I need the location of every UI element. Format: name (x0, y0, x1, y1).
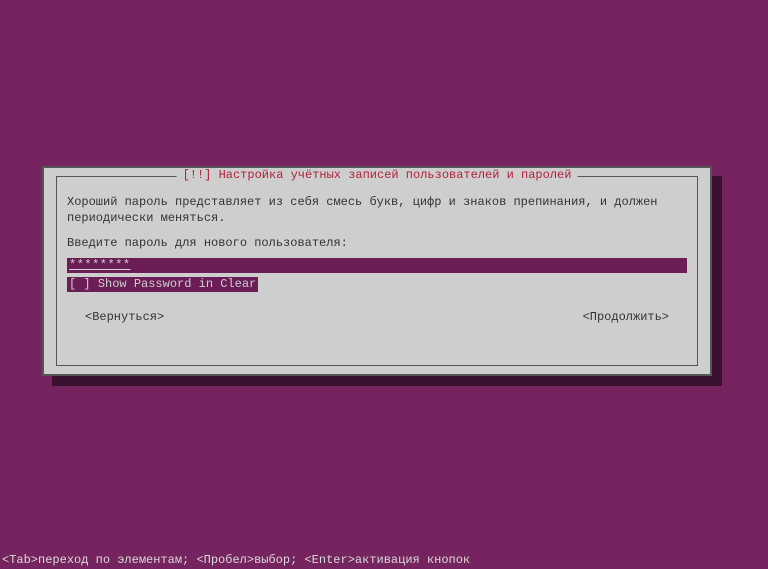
checkbox-label: Show Password in Clear (98, 277, 256, 291)
dialog-frame: [!!] Настройка учётных записей пользоват… (56, 176, 698, 366)
checkbox-box: [ ] (69, 277, 91, 291)
continue-button[interactable]: <Продолжить> (583, 310, 669, 324)
installer-dialog: [!!] Настройка учётных записей пользоват… (42, 166, 712, 376)
enter-key-hint: <Enter> (304, 553, 354, 567)
button-row: <Вернуться> <Продолжить> (67, 310, 687, 324)
show-password-checkbox[interactable]: [ ] Show Password in Clear (67, 277, 258, 292)
description-text: Хороший пароль представляет из себя смес… (67, 195, 687, 226)
space-key-hint: <Пробел> (196, 553, 254, 567)
dialog-title: [!!] Настройка учётных записей пользоват… (177, 168, 578, 182)
password-prompt: Введите пароль для нового пользователя: (67, 236, 687, 250)
title-priority: [!!] (183, 168, 212, 182)
tab-key-hint: <Tab> (2, 553, 38, 567)
back-button[interactable]: <Вернуться> (85, 310, 164, 324)
keyboard-help: <Tab>переход по элементам; <Пробел>выбор… (2, 553, 470, 567)
title-text: Настройка учётных записей пользователей … (219, 168, 572, 182)
password-input[interactable]: ******** (67, 258, 687, 273)
